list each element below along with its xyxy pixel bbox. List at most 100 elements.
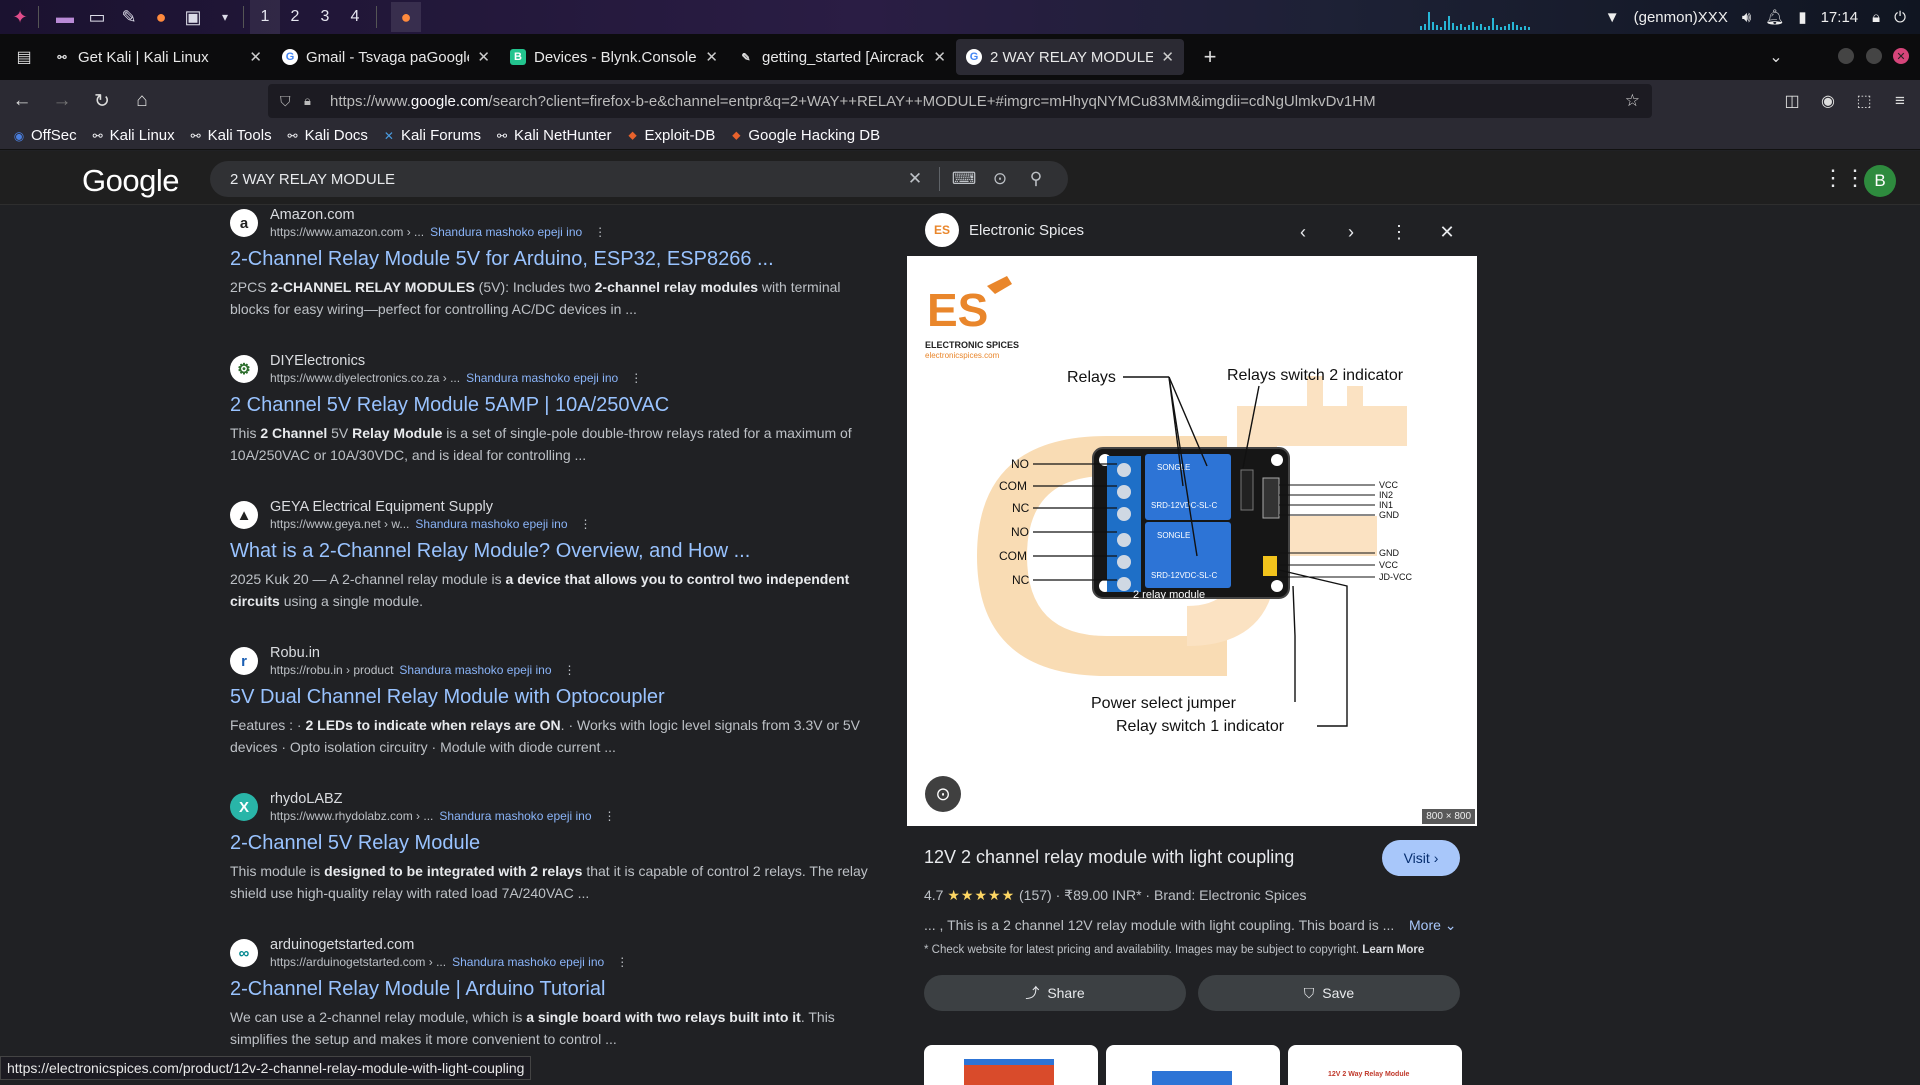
google-logo[interactable]: Google [82, 163, 179, 199]
result-title-link[interactable]: 2 Channel 5V Relay Module 5AMP | 10A/250… [230, 392, 870, 418]
wifi-icon[interactable]: ▼ [1605, 9, 1620, 26]
clock[interactable]: 17:14 [1821, 9, 1859, 26]
close-icon[interactable]: ✕ [1433, 218, 1461, 246]
pocket-icon[interactable]: ◫ [1774, 85, 1810, 117]
forward-icon[interactable]: → [44, 85, 80, 117]
more-options-icon[interactable]: ⋮ [1385, 218, 1413, 246]
result-source[interactable]: ∞ arduinogetstarted.com https://arduinog… [230, 936, 870, 970]
bookmark-kali-linux[interactable]: ⚯ Kali Linux [91, 127, 175, 144]
result-source[interactable]: r Robu.in https://robu.in › product Shand… [230, 644, 870, 678]
bookmark-exploit-db[interactable]: ⬥ Exploit-DB [626, 127, 715, 144]
url-text[interactable]: https://www.google.com/search?client=fir… [330, 93, 1376, 110]
learn-more-link[interactable]: Learn More [1362, 944, 1424, 956]
close-window-icon[interactable]: ✕ [1893, 48, 1909, 64]
search-box[interactable]: 2 WAY RELAY MODULE ✕ ⌨ ⊙ ⚲ [210, 161, 1068, 197]
search-input[interactable]: 2 WAY RELAY MODULE [230, 171, 897, 188]
home-icon[interactable]: ⌂ [124, 85, 160, 117]
translate-link[interactable]: Shandura mashoko epeji ino [452, 955, 604, 969]
tab-gmail[interactable]: G Gmail - Tsvaga paGoogle ✕ [272, 39, 500, 75]
lock-icon[interactable]: 🔒︎ [304, 93, 311, 109]
translate-link[interactable]: Shandura mashoko epeji ino [415, 517, 567, 531]
genmon-label[interactable]: (genmon)XXX [1634, 9, 1728, 26]
workspace-2[interactable]: 2 [280, 0, 310, 34]
bookmark-kali-nethunter[interactable]: ⚯ Kali NetHunter [495, 127, 612, 144]
tab-blynk[interactable]: B Devices - Blynk.Console ✕ [500, 39, 728, 75]
new-tab-icon[interactable]: + [1192, 41, 1228, 73]
close-icon[interactable]: ✕ [933, 48, 946, 66]
close-icon[interactable]: ✕ [705, 48, 718, 66]
more-options-icon[interactable]: ⋮ [604, 809, 616, 823]
bookmark-kali-docs[interactable]: ⚯ Kali Docs [286, 127, 368, 144]
related-image-thumbnail[interactable] [924, 1045, 1098, 1085]
back-icon[interactable]: ← [4, 85, 40, 117]
result-source[interactable]: ▲ GEYA Electrical Equipment Supply https… [230, 498, 870, 532]
account-icon[interactable]: ◉ [1810, 85, 1846, 117]
menu-icon[interactable]: ≡ [1882, 85, 1918, 117]
battery-icon[interactable]: ▮ [1798, 8, 1806, 26]
result-title-link[interactable]: 5V Dual Channel Relay Module with Optoco… [230, 684, 870, 710]
bookmark-offsec[interactable]: ◉ OffSec [12, 127, 77, 144]
avatar[interactable]: B [1864, 165, 1896, 197]
kali-menu-icon[interactable]: ✦ [8, 5, 32, 29]
share-button[interactable]: ⤴ Share [924, 975, 1186, 1011]
translate-link[interactable]: Shandura mashoko epeji ino [466, 371, 618, 385]
text-editor-icon[interactable]: ✎ [117, 5, 141, 29]
notification-bell-icon[interactable]: 🔔︎ [1765, 8, 1784, 26]
translate-link[interactable]: Shandura mashoko epeji ino [439, 809, 591, 823]
source-name[interactable]: Electronic Spices [969, 222, 1084, 239]
workspace-1[interactable]: 1 [250, 0, 280, 34]
keyboard-icon[interactable]: ⌨ [946, 161, 982, 197]
previous-image-icon[interactable]: ‹ [1289, 218, 1317, 246]
more-options-icon[interactable]: ⋮ [564, 663, 576, 677]
close-icon[interactable]: ✕ [249, 48, 262, 66]
result-source[interactable]: ⚙ DIYElectronics https://www.diyelectron… [230, 352, 870, 386]
bookmark-kali-tools[interactable]: ⚯ Kali Tools [189, 127, 272, 144]
more-options-icon[interactable]: ⋮ [594, 225, 606, 239]
tab-list-icon[interactable]: ▤ [4, 41, 44, 73]
google-lens-icon[interactable]: ⊙ [925, 776, 961, 812]
tab-google-search[interactable]: G 2 WAY RELAY MODULE - ✕ [956, 39, 1184, 75]
extensions-icon[interactable]: ⬚ [1846, 85, 1882, 117]
maximize-icon[interactable] [1866, 48, 1882, 64]
source-logo-icon[interactable]: ES [925, 213, 959, 247]
result-source[interactable]: X rhydoLABZ https://www.rhydolabz.com › … [230, 790, 870, 824]
minimize-icon[interactable] [1838, 48, 1854, 64]
visit-button[interactable]: Visit › [1382, 840, 1460, 876]
preview-image[interactable]: ES ELECTRONIC SPICES electronicspices.co… [907, 256, 1477, 826]
more-button[interactable]: More ⌄ [1409, 917, 1457, 934]
close-icon[interactable]: ✕ [477, 48, 490, 66]
more-options-icon[interactable]: ⋮ [616, 955, 628, 969]
lock-icon[interactable]: 🔒︎ [1872, 9, 1880, 26]
next-image-icon[interactable]: › [1337, 218, 1365, 246]
more-options-icon[interactable]: ⋮ [580, 517, 592, 531]
save-button[interactable]: ⛉ Save [1198, 975, 1460, 1011]
tab-aircrack[interactable]: ✎ getting_started [Aircrack ✕ [728, 39, 956, 75]
workspace-4[interactable]: 4 [340, 0, 370, 34]
close-icon[interactable]: ✕ [1161, 48, 1174, 66]
tab-get-kali[interactable]: ⚯ Get Kali | Kali Linux ✕ [44, 39, 272, 75]
chevron-down-icon[interactable]: ▾ [213, 5, 237, 29]
translate-link[interactable]: Shandura mashoko epeji ino [430, 225, 582, 239]
result-title-link[interactable]: 2-Channel Relay Module 5V for Arduino, E… [230, 246, 870, 272]
terminal-icon[interactable]: ▣ [181, 5, 205, 29]
address-bar[interactable]: ⛉ 🔒︎ https://www.google.com/search?clien… [268, 84, 1652, 118]
workspace-3[interactable]: 3 [310, 0, 340, 34]
result-title-link[interactable]: 2-Channel 5V Relay Module [230, 830, 870, 856]
terminal-launcher-icon[interactable]: ▬ [53, 5, 77, 29]
bookmark-star-icon[interactable]: ☆ [1625, 91, 1640, 111]
translate-link[interactable]: Shandura mashoko epeji ino [399, 663, 551, 677]
list-all-tabs-icon[interactable]: ⌄ [1758, 41, 1794, 73]
firefox-window-icon[interactable]: ● [391, 2, 421, 32]
file-manager-icon[interactable]: ▭ [85, 5, 109, 29]
result-title-link[interactable]: What is a 2-Channel Relay Module? Overvi… [230, 538, 870, 564]
power-icon[interactable]: ⏻ [1894, 9, 1906, 26]
clear-search-icon[interactable]: ✕ [897, 161, 933, 197]
related-image-thumbnail[interactable]: 12V 2 Way Relay Module [1288, 1045, 1462, 1085]
related-image-thumbnail[interactable] [1106, 1045, 1280, 1085]
more-options-icon[interactable]: ⋮ [630, 371, 642, 385]
bookmark-kali-forums[interactable]: ✕ Kali Forums [382, 127, 481, 144]
reload-icon[interactable]: ↻ [84, 85, 120, 117]
volume-icon[interactable]: 🔊︎ [1742, 9, 1751, 26]
result-source[interactable]: a Amazon.com https://www.amazon.com › ..… [230, 206, 870, 240]
shield-icon[interactable]: ⛉ [280, 93, 291, 110]
